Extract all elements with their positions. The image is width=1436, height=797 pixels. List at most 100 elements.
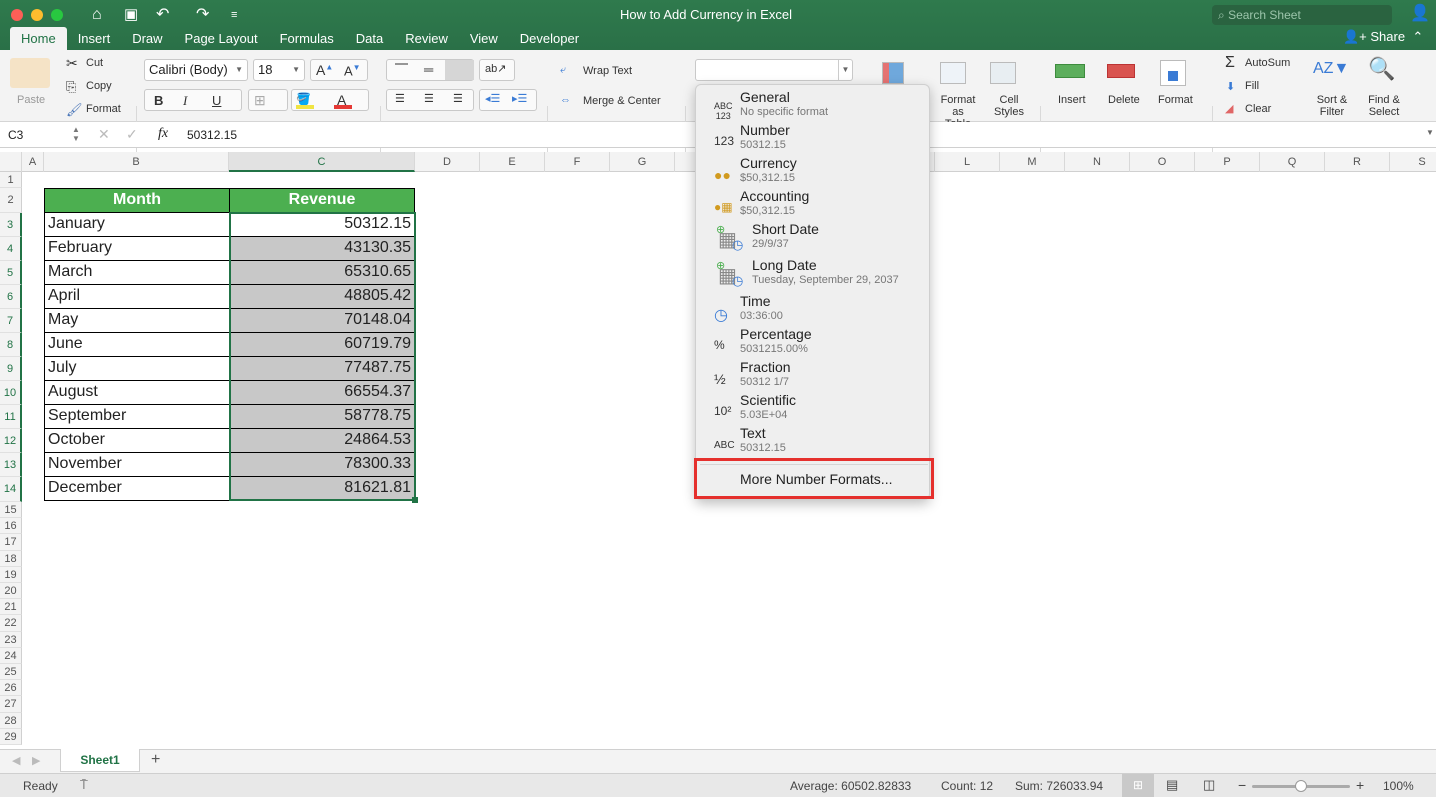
revenue-cell[interactable]: 78300.33 <box>229 452 415 477</box>
row-header-26[interactable]: 26 <box>0 680 22 697</box>
name-box-stepper[interactable]: ▲ ▼ <box>72 125 80 143</box>
revenue-cell[interactable]: 81621.81 <box>229 476 415 501</box>
row-header-16[interactable]: 16 <box>0 518 22 535</box>
name-box[interactable]: C3 <box>8 128 23 142</box>
row-header-10[interactable]: 10 <box>0 381 22 405</box>
month-cell[interactable]: September <box>44 404 230 429</box>
enter-check-icon[interactable]: ✓ <box>126 126 138 143</box>
formula-input[interactable]: 50312.15 <box>187 128 237 142</box>
home-icon[interactable]: ⌂ <box>92 4 102 26</box>
row-header-11[interactable]: 11 <box>0 405 22 429</box>
conditional-formatting-button[interactable] <box>882 62 904 84</box>
cell-styles-button[interactable]: Cell Styles <box>990 94 1028 118</box>
column-header-b[interactable]: B <box>44 152 229 172</box>
underline-button[interactable]: U <box>212 93 221 108</box>
macro-record-icon[interactable]: ⍑ <box>80 777 88 793</box>
row-header-18[interactable]: 18 <box>0 550 22 567</box>
align-bottom-button[interactable] <box>445 60 474 80</box>
month-cell[interactable]: October <box>44 428 230 453</box>
month-cell[interactable]: April <box>44 284 230 309</box>
more-number-formats-button[interactable]: More Number Formats... <box>740 471 892 487</box>
format-option-general[interactable]: ABC 123 General No specific format <box>696 89 931 121</box>
sheet-tab-sheet1[interactable]: Sheet1 <box>60 749 140 772</box>
row-header-20[interactable]: 20 <box>0 583 22 600</box>
scroll-right-icon[interactable]: ▶ <box>32 754 40 767</box>
share-button[interactable]: 👤+ Share ⌃ <box>1343 29 1423 45</box>
revenue-cell[interactable]: 77487.75 <box>229 356 415 381</box>
customize-toolbar-icon[interactable]: ≡ <box>231 4 237 26</box>
row-header-17[interactable]: 17 <box>0 534 22 551</box>
row-header-14[interactable]: 14 <box>0 477 22 502</box>
fill-color-button[interactable]: 🪣 <box>296 92 311 106</box>
maximize-window-button[interactable] <box>51 9 63 21</box>
revenue-cell[interactable]: 65310.65 <box>229 260 415 285</box>
redo-icon[interactable]: ↷ <box>196 4 209 26</box>
column-header-o[interactable]: O <box>1130 152 1195 172</box>
format-option-short-date[interactable]: ▦ ◷ ⊕ Short Date 29/9/37 <box>696 221 931 253</box>
font-name-select[interactable]: Calibri (Body) ▼ <box>144 59 248 81</box>
row-header-21[interactable]: 21 <box>0 599 22 616</box>
revenue-cell[interactable]: 66554.37 <box>229 380 415 405</box>
cut-button[interactable]: Cut <box>86 57 103 69</box>
page-break-view-button[interactable]: ◫ <box>1203 777 1215 793</box>
column-header-s[interactable]: S <box>1390 152 1436 172</box>
number-format-select[interactable]: ▼ <box>695 59 853 81</box>
column-header-p[interactable]: P <box>1195 152 1260 172</box>
sort-filter-button[interactable]: Sort & Filter <box>1312 94 1352 118</box>
column-header-l[interactable]: L <box>935 152 1000 172</box>
format-option-text[interactable]: ABC Text 50312.15 <box>696 425 931 457</box>
column-header-q[interactable]: Q <box>1260 152 1325 172</box>
row-header-28[interactable]: 28 <box>0 712 22 729</box>
save-icon[interactable]: ▣ <box>124 4 138 26</box>
decrease-indent-button[interactable]: ◂☰ <box>485 92 500 105</box>
row-header-13[interactable]: 13 <box>0 453 22 477</box>
month-cell[interactable]: December <box>44 476 230 501</box>
revenue-cell[interactable]: 50312.15 <box>229 212 415 237</box>
row-header-8[interactable]: 8 <box>0 333 22 357</box>
month-cell[interactable]: August <box>44 380 230 405</box>
align-middle-button[interactable]: ═ <box>424 62 433 77</box>
row-header-7[interactable]: 7 <box>0 309 22 333</box>
column-header-e[interactable]: E <box>480 152 545 172</box>
row-header-22[interactable]: 22 <box>0 615 22 632</box>
column-header-c[interactable]: C <box>229 152 415 172</box>
find-select-button[interactable]: Find & Select <box>1364 94 1404 118</box>
format-painter-button[interactable]: Format <box>86 103 121 115</box>
normal-view-button[interactable]: ⊞ <box>1122 774 1154 797</box>
format-option-currency[interactable]: ●● Currency $50,312.15 <box>696 155 931 187</box>
format-option-time[interactable]: ◷ Time 03:36:00 <box>696 293 931 325</box>
revenue-cell[interactable]: 70148.04 <box>229 308 415 333</box>
row-header-5[interactable]: 5 <box>0 261 22 285</box>
copy-button[interactable]: Copy <box>86 80 112 92</box>
select-all-corner[interactable] <box>0 152 22 172</box>
borders-button[interactable]: ⊞ <box>248 89 288 111</box>
scroll-left-icon[interactable]: ◀ <box>12 754 20 767</box>
comment-person-icon[interactable]: 👤 <box>1410 3 1430 25</box>
column-header-r[interactable]: R <box>1325 152 1390 172</box>
row-header-3[interactable]: 3 <box>0 213 22 237</box>
format-option-percentage[interactable]: % Percentage 5031215.00% <box>696 326 931 358</box>
month-cell[interactable]: June <box>44 332 230 357</box>
month-cell[interactable]: March <box>44 260 230 285</box>
zoom-in-button[interactable]: + <box>1356 777 1364 793</box>
close-window-button[interactable] <box>11 9 23 21</box>
page-layout-view-button[interactable]: ▤ <box>1166 777 1178 793</box>
align-left-button[interactable]: ☰ <box>395 92 405 105</box>
expand-formula-bar-icon[interactable]: ▼ <box>1426 128 1434 137</box>
tab-draw[interactable]: Draw <box>121 27 173 50</box>
align-center-button[interactable]: ☰ <box>424 92 434 105</box>
format-option-long-date[interactable]: ▦ ◷ ⊕ Long Date Tuesday, September 29, 2037 <box>696 257 931 289</box>
row-header-19[interactable]: 19 <box>0 566 22 583</box>
paste-button[interactable]: Paste <box>17 94 45 106</box>
wrap-text-button[interactable]: Wrap Text <box>583 65 632 77</box>
cancel-icon[interactable]: ✕ <box>98 126 110 143</box>
row-header-4[interactable]: 4 <box>0 237 22 261</box>
orientation-button[interactable]: ab↗ <box>479 59 515 81</box>
paste-clipboard-icon[interactable] <box>10 58 50 88</box>
column-header-d[interactable]: D <box>415 152 480 172</box>
revenue-cell[interactable]: 24864.53 <box>229 428 415 453</box>
column-header-n[interactable]: N <box>1065 152 1130 172</box>
increase-indent-button[interactable]: ▸☰ <box>512 92 527 105</box>
add-sheet-button[interactable]: + <box>151 751 160 769</box>
column-header-f[interactable]: F <box>545 152 610 172</box>
